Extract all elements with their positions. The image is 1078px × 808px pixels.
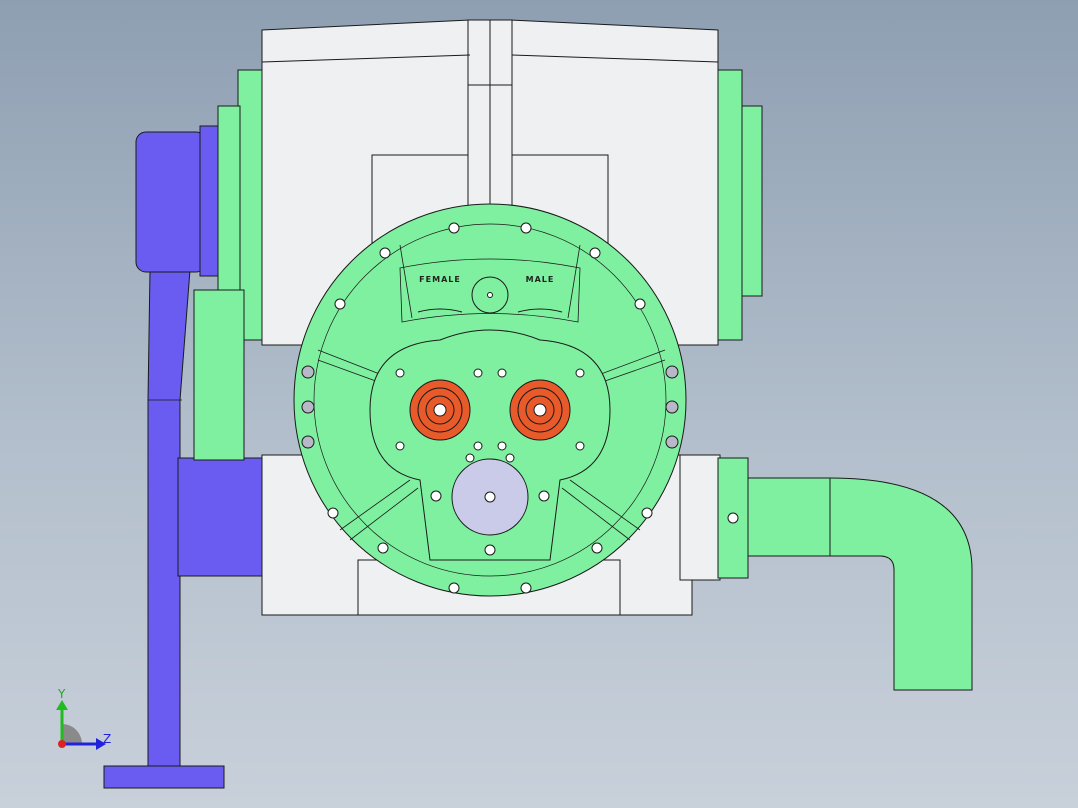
z-axis-label: Z (103, 732, 111, 746)
end-cover[interactable] (293, 203, 687, 597)
cad-model-view: FEMALE MALE Y Z (56, 19, 973, 789)
y-axis-label: Y (57, 687, 66, 701)
triad-quadrant (62, 724, 82, 744)
cad-viewport[interactable]: FEMALE MALE Y Z (0, 0, 1078, 808)
rotor-female[interactable] (409, 379, 471, 441)
outlet-pipe[interactable] (717, 457, 973, 691)
shaft-hub[interactable] (451, 458, 529, 536)
label-female: FEMALE (419, 275, 461, 284)
axis-triad: Y Z (56, 687, 111, 750)
label-male: MALE (526, 275, 555, 284)
rotor-male[interactable] (509, 379, 571, 441)
